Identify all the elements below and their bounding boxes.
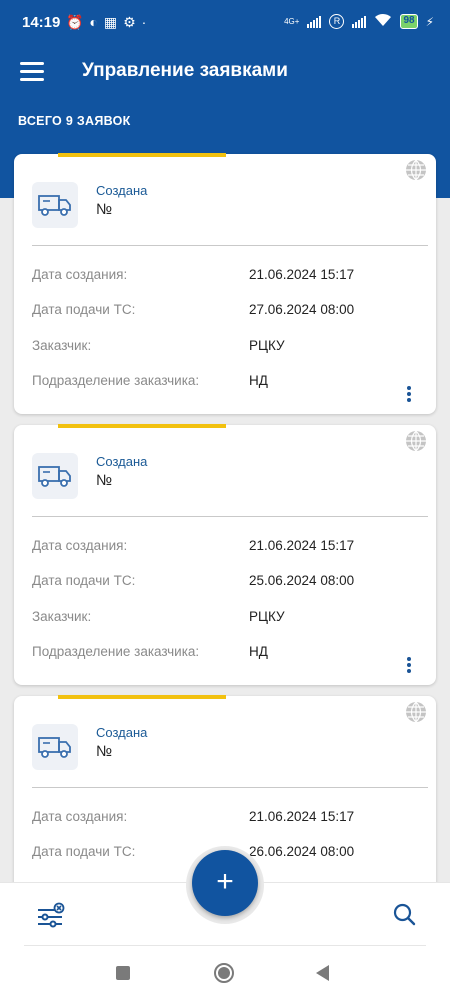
menu-icon[interactable]	[20, 62, 46, 82]
created-label: Дата создания:	[32, 267, 128, 282]
divider	[32, 516, 428, 517]
delivery-value: 25.06.2024 08:00	[249, 573, 355, 588]
created-value: 21.06.2024 15:17	[249, 267, 355, 282]
system-nav-bar	[0, 946, 450, 1000]
status-bar: 14:19 ⏰◐▦⚙· 4G+ R 98 ⚡	[0, 0, 450, 46]
wifi-icon	[374, 13, 392, 30]
total-requests-label: ВСЕГО 9 ЗАЯВОК	[18, 114, 131, 128]
request-number: №	[96, 201, 113, 218]
filter-clear-icon[interactable]	[36, 902, 66, 928]
card-accent-stripe	[58, 695, 226, 699]
request-card[interactable]: Создана № Дата создания: 21.06.2024 15:1…	[14, 424, 436, 685]
battery-icon: 98	[400, 14, 418, 29]
customer-value: РЦКУ	[249, 609, 285, 624]
delivery-value: 27.06.2024 08:00	[249, 302, 355, 317]
department-label: Подразделение заказчика:	[32, 373, 200, 388]
request-status: Создана	[96, 725, 148, 740]
request-number: №	[96, 472, 113, 489]
add-request-button[interactable]: +	[192, 850, 258, 916]
network-type-label: 4G+	[284, 17, 300, 26]
truck-icon	[32, 453, 78, 499]
request-card[interactable]: Создана № Дата создания: 21.06.2024 15:1…	[14, 153, 436, 414]
created-label: Дата создания:	[32, 538, 128, 553]
delivery-label: Дата подачи ТС:	[32, 844, 136, 859]
globe-icon	[406, 159, 426, 181]
request-status: Создана	[96, 183, 148, 198]
page-title: Управление заявками	[82, 60, 288, 81]
globe-icon	[406, 430, 426, 452]
customer-label: Заказчик:	[32, 609, 92, 624]
recent-apps-icon[interactable]	[116, 966, 130, 980]
card-accent-stripe	[58, 153, 226, 157]
card-accent-stripe	[58, 424, 226, 428]
more-options-icon[interactable]	[406, 657, 412, 673]
home-icon[interactable]	[214, 963, 234, 983]
more-options-icon[interactable]	[406, 386, 412, 402]
divider	[32, 245, 428, 246]
signal-icon	[307, 15, 322, 28]
roaming-icon: R	[329, 14, 345, 29]
created-value: 21.06.2024 15:17	[249, 538, 355, 553]
customer-label: Заказчик:	[32, 338, 92, 353]
department-value: НД	[249, 644, 268, 659]
department-label: Подразделение заказчика:	[32, 644, 200, 659]
request-number: №	[96, 743, 113, 760]
delivery-label: Дата подачи ТС:	[32, 573, 136, 588]
created-label: Дата создания:	[32, 809, 128, 824]
search-icon[interactable]	[392, 902, 416, 926]
delivery-value: 26.06.2024 08:00	[249, 844, 355, 859]
request-status: Создана	[96, 454, 148, 469]
department-value: НД	[249, 373, 268, 388]
delivery-label: Дата подачи ТС:	[32, 302, 136, 317]
customer-value: РЦКУ	[249, 338, 285, 353]
globe-icon	[406, 701, 426, 723]
status-time: 14:19	[22, 14, 61, 31]
back-icon[interactable]	[316, 965, 329, 981]
notification-icons: ⏰◐▦⚙·	[66, 14, 153, 30]
truck-icon	[32, 182, 78, 228]
status-right: 4G+ R 98 ⚡	[284, 13, 434, 30]
truck-icon	[32, 724, 78, 770]
divider	[32, 787, 428, 788]
created-value: 21.06.2024 15:17	[249, 809, 355, 824]
charging-icon: ⚡	[425, 14, 434, 29]
signal-icon-2	[352, 15, 367, 28]
